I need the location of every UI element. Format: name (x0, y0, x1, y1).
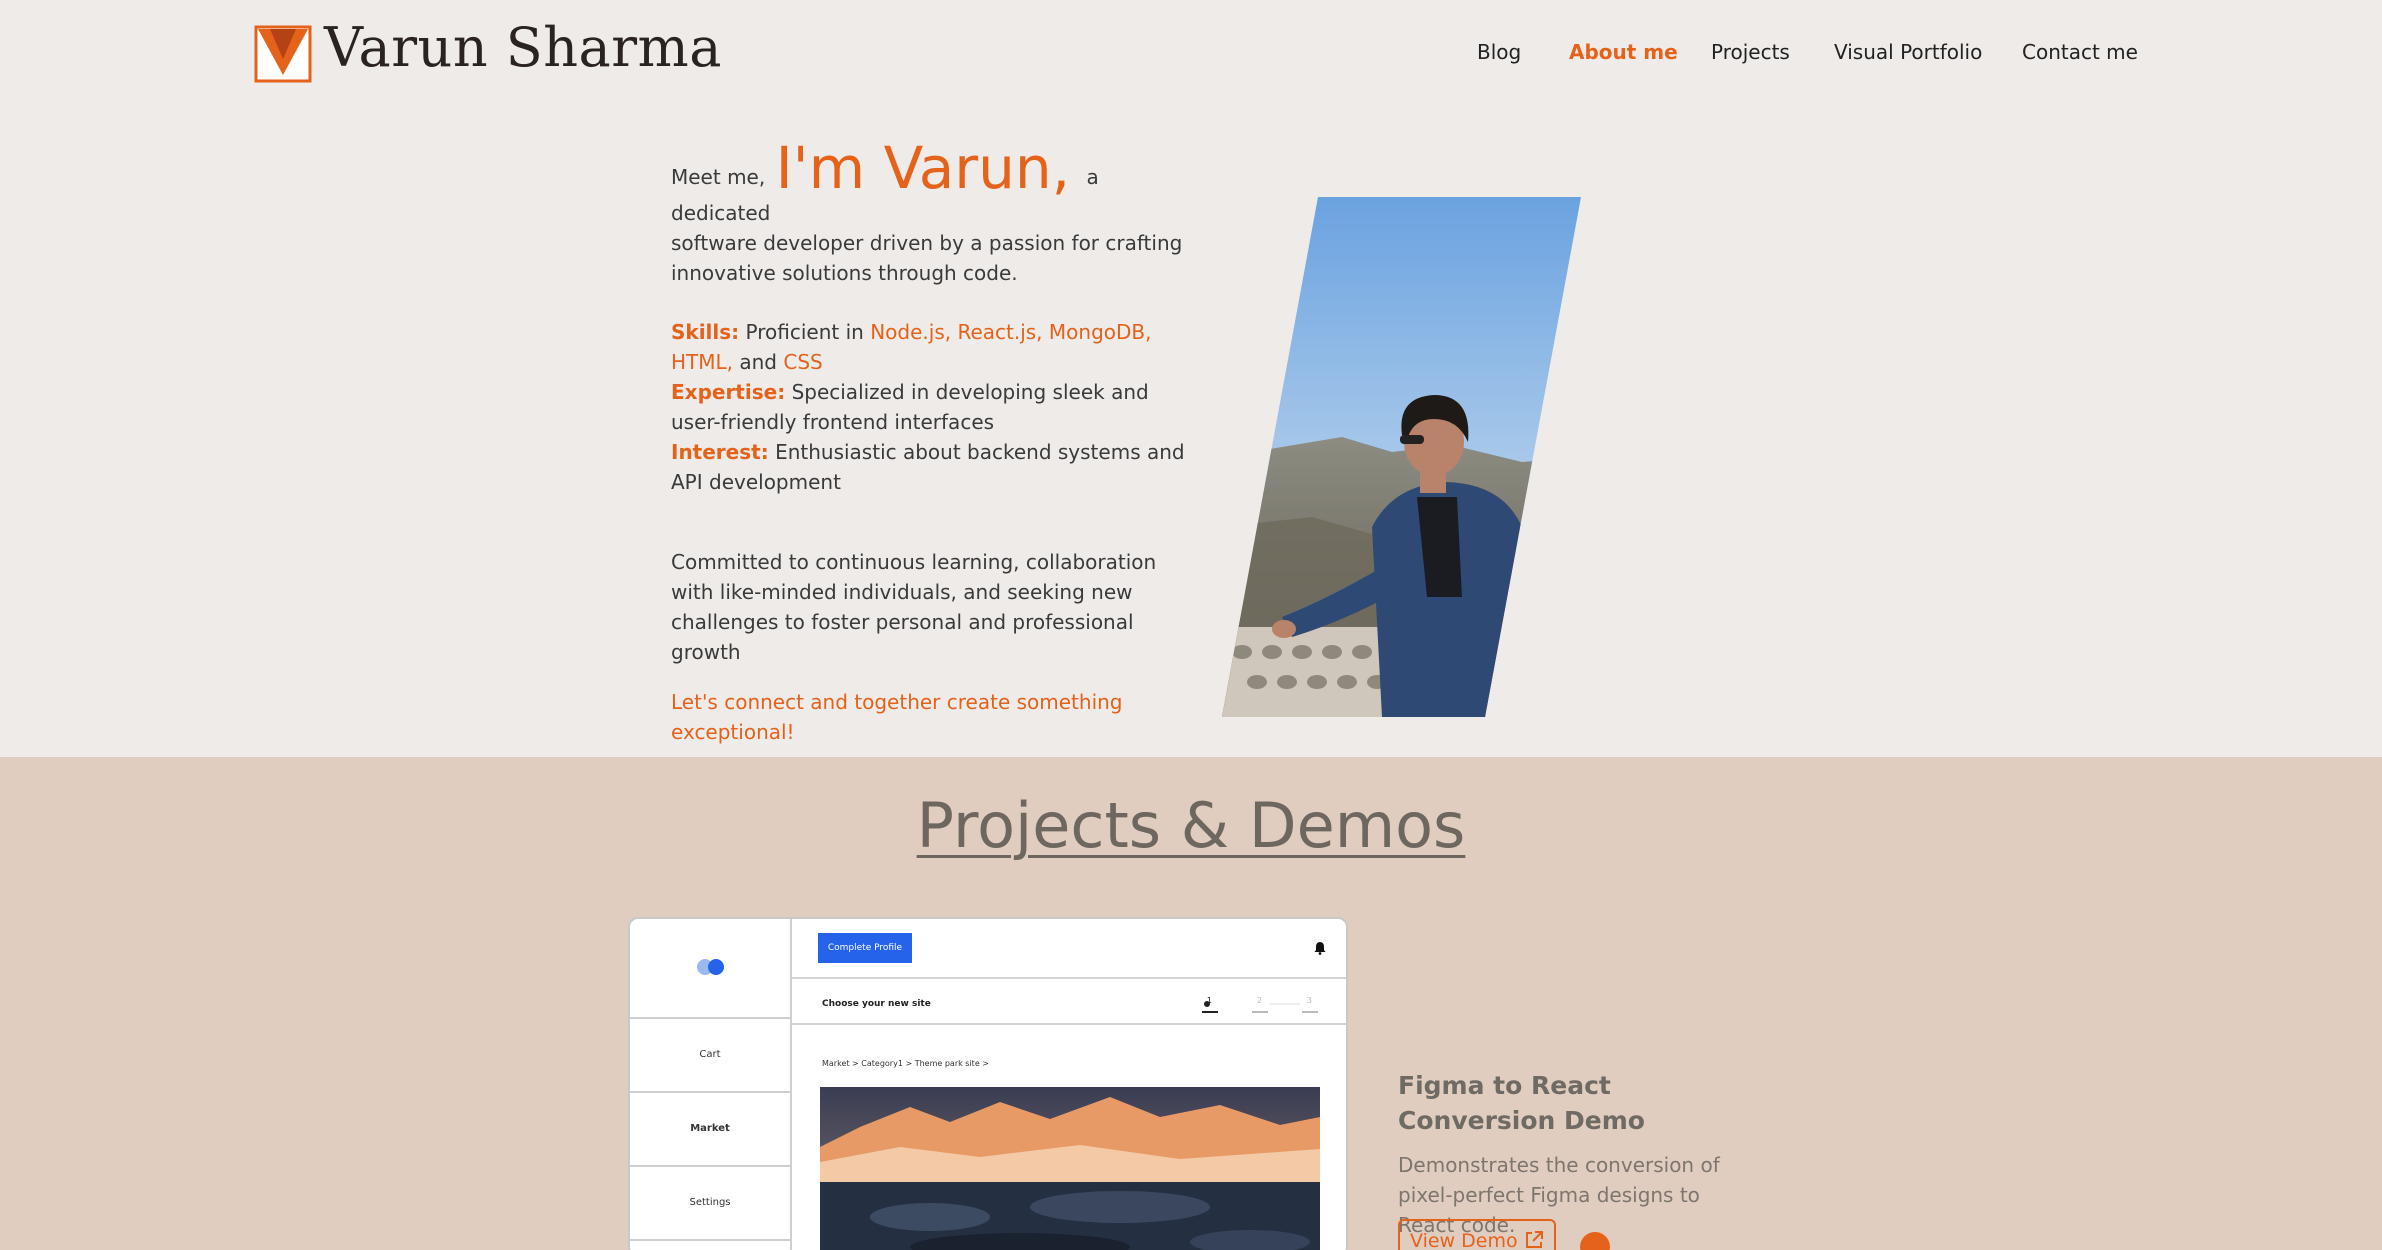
projects-title[interactable]: Projects & Demos (0, 789, 2382, 862)
mock-step-2: 2 (1256, 996, 1262, 1005)
intro-line-2: software developer driven by a passion f… (671, 231, 1183, 255)
mock-main: Complete Profile Choose your new site 1 … (792, 919, 1346, 1250)
profile-photo (1222, 197, 1581, 717)
mock-divider (792, 977, 1346, 979)
intro-line-3: innovative solutions through code. (671, 261, 1018, 285)
site-header: Varun Sharma Blog About me Projects Visu… (0, 0, 2382, 110)
view-demo-button[interactable]: View Demo (1398, 1219, 1556, 1250)
expertise-label: Expertise: (671, 380, 786, 404)
interest-label: Interest: (671, 440, 769, 464)
skills-and: and (739, 350, 778, 374)
about-intro: Meet me, I'm Varun, a dedicated software… (671, 138, 1191, 288)
mock-sidebar: Cart Market Settings (630, 919, 792, 1250)
projects-section: Projects & Demos Cart Market Settings Co… (0, 757, 2382, 1250)
mock-sidebar-settings: Settings (630, 1165, 790, 1239)
mock-choose-site: Choose your new site (822, 999, 931, 1009)
mock-step-3: 3 (1306, 996, 1312, 1005)
about-skills: Skills: Proficient in Node.js, React.js,… (671, 317, 1191, 497)
mock-complete-profile-button: Complete Profile (818, 933, 912, 963)
view-demo-label: View Demo (1410, 1230, 1518, 1250)
intro-prefix: Meet me, (671, 165, 766, 189)
mock-sidebar-cart: Cart (630, 1017, 790, 1091)
mock-step-1: 1 (1206, 996, 1212, 1005)
mock-divider-2 (792, 1023, 1346, 1025)
site-logo-text[interactable]: Varun Sharma (324, 16, 722, 79)
project-card-title: Figma to React Conversion Demo (1398, 1071, 1645, 1135)
skills-last: CSS (783, 350, 823, 374)
skills-label: Skills: (671, 320, 740, 344)
about-commitment: Committed to continuous learning, collab… (671, 550, 1157, 664)
mock-landscape-image (820, 1087, 1320, 1250)
nav-visual-portfolio[interactable]: Visual Portfolio (1834, 40, 1982, 64)
nav-projects[interactable]: Projects (1711, 40, 1790, 64)
bell-icon (1314, 942, 1326, 955)
intro-name: I'm Varun, (775, 134, 1071, 202)
mock-sidebar-divider (630, 1239, 790, 1250)
logo-icon[interactable] (254, 25, 312, 83)
nav-contact-me[interactable]: Contact me (2022, 40, 2138, 64)
mock-sidebar-market: Market (630, 1091, 790, 1165)
project-screenshot[interactable]: Cart Market Settings Complete Profile Ch… (628, 917, 1348, 1250)
about-cta: Let's connect and together create someth… (671, 690, 1123, 744)
external-link-icon (1525, 1231, 1543, 1248)
nav-about-me[interactable]: About me (1569, 40, 1678, 64)
mock-logo-icon (697, 959, 724, 975)
skills-prefix: Proficient in (745, 320, 864, 344)
nav-blog[interactable]: Blog (1477, 40, 1521, 64)
mock-breadcrumb: Market > Category1 > Theme park site > (822, 1059, 989, 1068)
